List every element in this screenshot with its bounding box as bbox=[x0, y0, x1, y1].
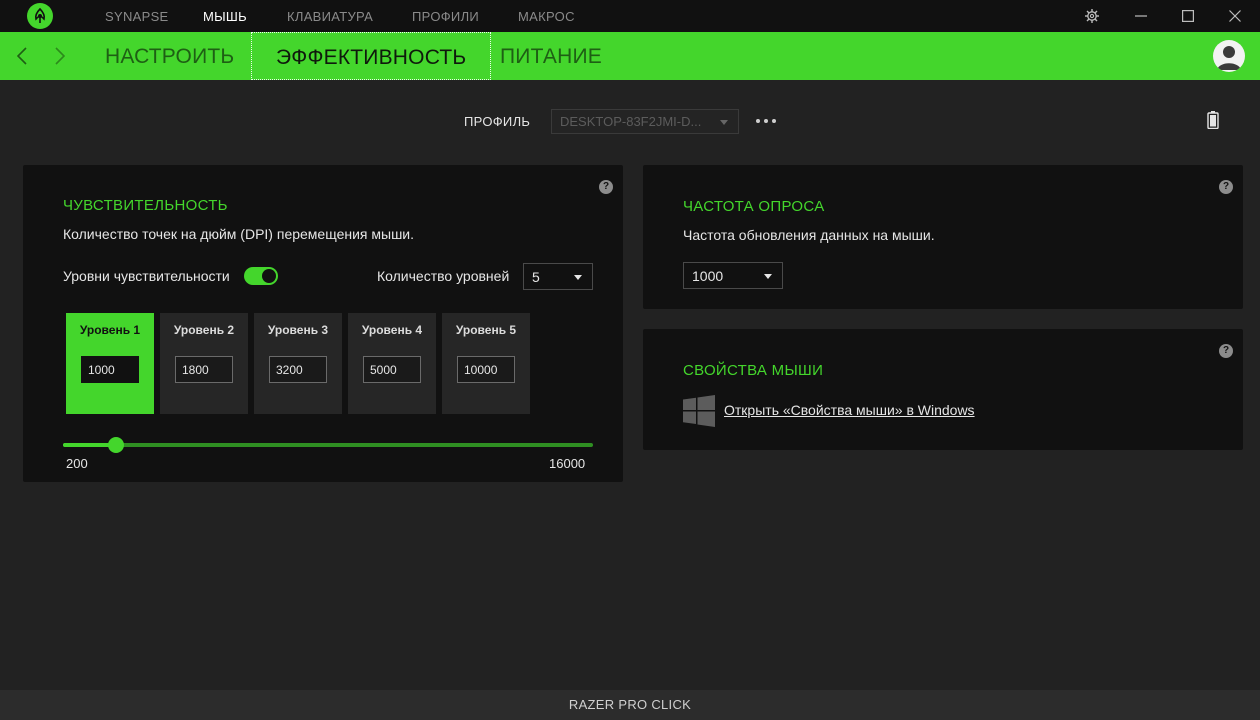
settings-gear-icon[interactable] bbox=[1069, 0, 1115, 32]
stage-count-value: 5 bbox=[532, 269, 540, 285]
chevron-down-icon bbox=[764, 274, 772, 279]
stage-count-select[interactable]: 5 bbox=[523, 263, 593, 290]
stage-count-label: Количество уровней bbox=[377, 268, 510, 284]
dpi-stage-2[interactable]: Уровень 2 1800 bbox=[160, 313, 248, 414]
topnav-keyboard[interactable]: КЛАВИАТУРА bbox=[287, 9, 373, 24]
dpi-stage-input[interactable]: 10000 bbox=[457, 356, 515, 383]
topnav-synapse[interactable]: SYNAPSE bbox=[105, 9, 169, 24]
mouse-properties-card: ? СВОЙСТВА МЫШИ bbox=[643, 329, 1243, 450]
dpi-slider-thumb[interactable] bbox=[107, 437, 124, 453]
dpi-min-label: 200 bbox=[66, 456, 88, 471]
device-name: RAZER PRO CLICK bbox=[568, 697, 692, 712]
stages-label: Уровни чувствительности bbox=[63, 268, 230, 284]
dpi-stage-input[interactable]: 1000 bbox=[81, 356, 139, 383]
polling-description: Частота обновления данных на мыши. bbox=[683, 227, 935, 243]
dpi-stage-1[interactable]: Уровень 1 1000 bbox=[66, 313, 154, 414]
topnav-mouse[interactable]: МЫШЬ bbox=[203, 9, 247, 24]
dpi-stage-4[interactable]: Уровень 4 5000 bbox=[348, 313, 436, 414]
dpi-stage-label: Уровень 3 bbox=[267, 323, 329, 337]
dpi-stage-5[interactable]: Уровень 5 10000 bbox=[442, 313, 530, 414]
help-icon[interactable]: ? bbox=[1219, 180, 1233, 194]
profile-select[interactable]: DESKTOP-83F2JMI-D... bbox=[551, 109, 739, 134]
open-mouse-properties-link[interactable]: Открыть «Свойства мыши» в Windows bbox=[724, 402, 975, 418]
sensitivity-title: ЧУВСТВИТЕЛЬНОСТЬ bbox=[63, 197, 228, 214]
dpi-slider-track[interactable] bbox=[63, 443, 593, 447]
polling-rate-select[interactable]: 1000 bbox=[683, 262, 783, 289]
chevron-down-icon bbox=[720, 120, 728, 125]
mouse-properties-title: СВОЙСТВА МЫШИ bbox=[683, 362, 824, 379]
windows-logo-icon bbox=[683, 395, 715, 427]
polling-rate-card: ? ЧАСТОТА ОПРОСА Частота обновления данн… bbox=[643, 165, 1243, 309]
dpi-stage-label: Уровень 5 bbox=[455, 323, 517, 337]
close-icon[interactable] bbox=[1212, 0, 1258, 32]
polling-rate-value: 1000 bbox=[692, 268, 724, 284]
profile-label: ПРОФИЛЬ bbox=[464, 114, 531, 129]
device-footer: RAZER PRO CLICK bbox=[0, 690, 1260, 720]
topnav-macro[interactable]: МАКРОС bbox=[518, 9, 575, 24]
battery-icon bbox=[1207, 111, 1219, 130]
more-options-icon[interactable] bbox=[756, 119, 776, 125]
dpi-stage-label: Уровень 2 bbox=[173, 323, 235, 337]
profile-select-value: DESKTOP-83F2JMI-D... bbox=[560, 114, 702, 129]
polling-title: ЧАСТОТА ОПРОСА bbox=[683, 198, 825, 215]
dpi-stage-3[interactable]: Уровень 3 3200 bbox=[254, 313, 342, 414]
chevron-down-icon bbox=[574, 275, 582, 280]
stages-toggle[interactable] bbox=[244, 267, 278, 285]
forward-arrow-icon[interactable] bbox=[50, 44, 70, 68]
tab-performance[interactable]: ЭФФЕКТИВНОСТЬ bbox=[251, 32, 492, 80]
dpi-stage-label: Уровень 1 bbox=[79, 323, 141, 337]
dpi-max-label: 16000 bbox=[549, 456, 586, 471]
dpi-stage-input[interactable]: 5000 bbox=[363, 356, 421, 383]
sub-nav: НАСТРОИТЬ ЭФФЕКТИВНОСТЬ ПИТАНИЕ bbox=[0, 32, 1260, 80]
sensitivity-description: Количество точек на дюйм (DPI) перемещен… bbox=[63, 226, 415, 242]
dpi-stage-input[interactable]: 1800 bbox=[175, 356, 233, 383]
tab-customize[interactable]: НАСТРОИТЬ bbox=[105, 32, 234, 80]
back-arrow-icon[interactable] bbox=[12, 44, 32, 68]
topnav-profiles[interactable]: ПРОФИЛИ bbox=[412, 9, 479, 24]
help-icon[interactable]: ? bbox=[1219, 344, 1233, 358]
maximize-icon[interactable] bbox=[1165, 0, 1211, 32]
user-avatar-icon[interactable] bbox=[1213, 40, 1245, 72]
dpi-stage-label: Уровень 4 bbox=[361, 323, 423, 337]
minimize-icon[interactable] bbox=[1118, 0, 1164, 32]
title-bar: SYNAPSE МЫШЬ КЛАВИАТУРА ПРОФИЛИ МАКРОС bbox=[0, 0, 1260, 32]
tab-power[interactable]: ПИТАНИЕ bbox=[500, 32, 602, 80]
dpi-stage-input[interactable]: 3200 bbox=[269, 356, 327, 383]
help-icon[interactable]: ? bbox=[599, 180, 613, 194]
razer-logo-icon[interactable] bbox=[27, 3, 53, 29]
